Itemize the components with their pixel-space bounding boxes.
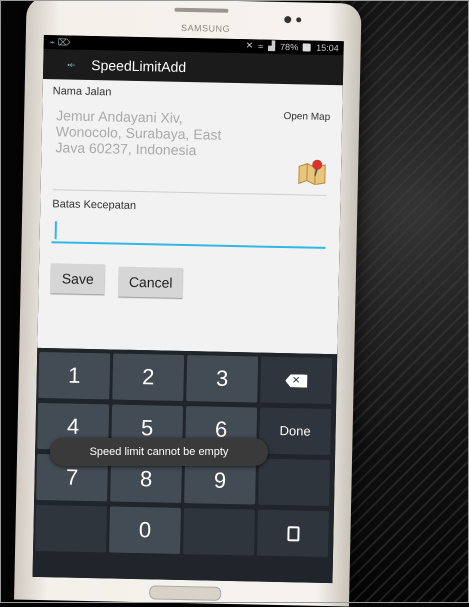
battery-icon xyxy=(303,42,312,52)
key-1[interactable]: 1 xyxy=(38,351,111,400)
address-text: Jemur Andayani Xiv, Wonocolo, Surabaya, … xyxy=(55,107,256,159)
backspace-icon: ✕ xyxy=(285,374,307,387)
status-time: 15:04 xyxy=(316,42,339,53)
open-map-link[interactable]: Open Map xyxy=(283,111,330,123)
speed-limit-label: Batas Kecepatan xyxy=(52,198,137,212)
text-cursor xyxy=(54,221,57,240)
address-line: Java 60237, Indonesia xyxy=(55,139,197,159)
wifi-icon: ≈ xyxy=(258,40,264,52)
address-divider xyxy=(52,189,327,196)
earpiece-speaker xyxy=(174,7,229,13)
save-button[interactable]: Save xyxy=(50,263,106,295)
backspace-key[interactable]: ✕ xyxy=(260,356,333,405)
status-right: ✕ ≈ ▟ 78% 15:04 xyxy=(246,40,339,53)
done-key[interactable]: Done xyxy=(259,407,332,456)
map-pin-icon[interactable] xyxy=(297,158,328,185)
home-button[interactable] xyxy=(149,585,222,601)
cancel-button[interactable]: Cancel xyxy=(118,266,184,298)
key-0[interactable]: 0 xyxy=(109,506,181,554)
blank-key-left[interactable] xyxy=(35,504,108,553)
key-2[interactable]: 2 xyxy=(112,353,185,401)
status-left-icons: ⌁ ⌦ xyxy=(49,37,71,48)
key-3[interactable]: 3 xyxy=(186,355,259,403)
blank-key-right[interactable] xyxy=(183,508,255,556)
app-title: SpeedLimitAdd xyxy=(91,56,187,75)
street-name-label: Nama Jalan xyxy=(52,85,112,99)
app-speed-icon[interactable]: ⤝ xyxy=(67,59,85,70)
phone-screen: ⌁ ⌦ ✕ ≈ ▟ 78% 15:04 ⤝ SpeedLimitAdd Nama… xyxy=(32,34,344,584)
signal-icon: ▟ xyxy=(268,40,276,51)
mute-icon: ✕ xyxy=(245,40,254,51)
phone-body: SAMSUNG ⌁ ⌦ ✕ ≈ ▟ 78% 15:04 ⤝ SpeedLimit… xyxy=(14,0,362,607)
toast-message: Speed limit cannot be empty xyxy=(50,438,268,466)
phone-brand: SAMSUNG xyxy=(180,22,231,34)
symbol-key[interactable] xyxy=(258,458,331,507)
clipboard-key[interactable] xyxy=(257,509,329,558)
front-camera xyxy=(284,16,292,24)
battery-percent: 78% xyxy=(280,41,299,52)
speed-limit-input[interactable] xyxy=(51,217,326,249)
clipboard-icon xyxy=(286,526,300,542)
proximity-sensor xyxy=(296,17,302,23)
form-content: Nama Jalan Jemur Andayani Xiv, Wonocolo,… xyxy=(37,78,343,355)
